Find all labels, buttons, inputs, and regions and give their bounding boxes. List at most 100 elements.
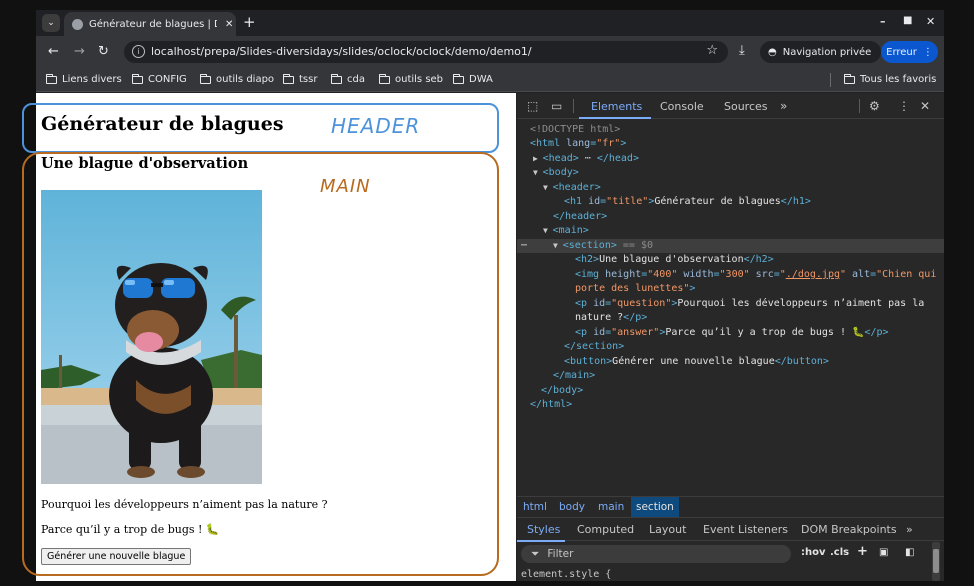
incognito-icon: ◓ xyxy=(768,46,777,58)
dom-node[interactable]: <p id="answer">Parce qu’il y a trop de b… xyxy=(517,326,944,340)
address-toolbar: ← → ↻ i localhost/prepa/Slides-diversida… xyxy=(36,36,944,68)
bookmark-folder[interactable]: tssr xyxy=(283,73,317,85)
dom-node[interactable]: ▼ <header> xyxy=(517,181,944,195)
more-tabs-icon[interactable]: » xyxy=(906,523,913,536)
bookmark-folder[interactable]: Liens divers xyxy=(46,73,122,85)
dom-node[interactable]: </header> xyxy=(517,210,944,224)
tab-dom-breakpoints[interactable]: DOM Breakpoints xyxy=(801,523,897,536)
dom-node[interactable]: <button>Générer une nouvelle blague</but… xyxy=(517,355,944,369)
dom-node[interactable]: nature ?</p> xyxy=(517,311,944,325)
dom-node[interactable]: ▼ <body> xyxy=(517,166,944,180)
folder-icon xyxy=(283,73,294,84)
folder-icon xyxy=(379,73,390,84)
bookmarks-separator xyxy=(830,73,831,87)
styles-tabbar: Styles Computed Layout Event Listeners D… xyxy=(517,517,944,542)
dom-breadcrumb: html body main section xyxy=(517,496,944,517)
filter-icon: ⏷ xyxy=(531,547,540,560)
dom-node-selected[interactable]: ⋯ ▼ <section> == $0 xyxy=(517,239,944,253)
more-tabs-icon[interactable]: » xyxy=(780,99,787,113)
paint-format-icon[interactable]: ▣ xyxy=(879,547,888,558)
error-button[interactable]: Erreur ⋮ xyxy=(881,41,938,63)
settings-gear-icon[interactable]: ⚙ xyxy=(869,99,880,113)
dom-node[interactable]: ▶ <head> ⋯ </head> xyxy=(517,152,944,166)
devtools-separator xyxy=(573,99,574,113)
crumb-main[interactable]: main xyxy=(598,501,624,513)
bookmark-folder[interactable]: outils diapo xyxy=(200,73,274,85)
dom-node[interactable]: </body> xyxy=(517,384,944,398)
all-bookmarks-folder[interactable]: Tous les favoris xyxy=(844,73,936,85)
address-bar[interactable]: i localhost/prepa/Slides-diversidays/sli… xyxy=(124,41,728,63)
dom-node[interactable]: <img height="400" width="300" src="./dog… xyxy=(517,268,944,282)
styles-scrollbar-thumb[interactable] xyxy=(933,549,939,573)
styles-filter-input[interactable]: ⏷ Filter xyxy=(521,545,791,563)
dom-node[interactable]: </section> xyxy=(517,340,944,354)
crumb-html[interactable]: html xyxy=(523,501,547,513)
tab-search-button[interactable]: ⌄ xyxy=(42,14,60,32)
folder-icon xyxy=(844,73,855,84)
sidebar-toggle-icon[interactable]: ◧ xyxy=(905,547,914,558)
bookmark-folder[interactable]: outils seb xyxy=(379,73,443,85)
private-label: Navigation privée xyxy=(782,46,872,58)
dom-node[interactable]: ▼ <main> xyxy=(517,224,944,238)
cls-toggle[interactable]: .cls xyxy=(830,547,849,558)
back-icon[interactable]: ← xyxy=(48,44,59,59)
main-annotation-outline xyxy=(22,152,499,576)
close-tab-icon[interactable]: ✕ xyxy=(225,19,233,30)
tab-event-listeners[interactable]: Event Listeners xyxy=(703,523,788,536)
active-tab-indicator xyxy=(579,117,651,119)
title-bar: ⌄ Générateur de blagues | DC ✕ + – ■ ✕ xyxy=(36,10,944,36)
tab-styles[interactable]: Styles xyxy=(527,523,560,536)
bookmark-folder[interactable]: cda xyxy=(331,73,365,85)
tab-console[interactable]: Console xyxy=(660,100,704,113)
download-icon[interactable]: ⤓ xyxy=(739,43,745,58)
kebab-menu-icon: ⋮ xyxy=(922,46,933,58)
dom-node[interactable]: </html> xyxy=(517,398,944,412)
bookmark-folder[interactable]: DWA xyxy=(453,73,493,85)
header-annotation-label: HEADER xyxy=(331,114,421,138)
dom-node[interactable]: <h1 id="title">Générateur de blagues</h1… xyxy=(517,195,944,209)
tab-layout[interactable]: Layout xyxy=(649,523,686,536)
dom-node[interactable]: porte des lunettes"> xyxy=(517,282,944,296)
maximize-icon[interactable]: ■ xyxy=(903,15,912,26)
crumb-section[interactable]: section xyxy=(631,497,679,517)
site-info-icon[interactable]: i xyxy=(132,45,145,58)
inspect-element-icon[interactable]: ⬚ xyxy=(527,99,538,113)
minimize-icon[interactable]: – xyxy=(880,15,886,28)
dom-node[interactable]: </main> xyxy=(517,369,944,383)
hov-toggle[interactable]: :hov xyxy=(801,547,826,558)
forward-icon[interactable]: → xyxy=(74,44,85,59)
url-text: localhost/prepa/Slides-diversidays/slide… xyxy=(151,45,532,58)
reload-icon[interactable]: ↻ xyxy=(98,44,109,59)
device-toolbar-icon[interactable]: ▭ xyxy=(551,99,562,113)
dom-node[interactable]: <html lang="fr"> xyxy=(517,137,944,151)
add-rule-icon[interactable]: + xyxy=(857,544,868,559)
private-browsing-indicator[interactable]: ◓ Navigation privée xyxy=(760,41,882,63)
devtools-panel: ⬚ ▭ Elements Console Sources » ⚙ ⋮ ✕ <!D… xyxy=(517,93,944,581)
tab-title: Générateur de blagues | DC xyxy=(89,18,217,30)
tab-sources[interactable]: Sources xyxy=(724,100,768,113)
devtools-menu-icon[interactable]: ⋮ xyxy=(898,99,910,113)
devtools-separator xyxy=(859,99,860,113)
globe-icon xyxy=(72,18,83,30)
close-devtools-icon[interactable]: ✕ xyxy=(920,99,930,113)
bookmark-star-icon[interactable]: ☆ xyxy=(706,43,718,58)
dom-node[interactable]: <!DOCTYPE html> xyxy=(517,123,944,137)
new-tab-icon[interactable]: + xyxy=(243,13,256,31)
header-annotation-outline xyxy=(22,103,499,153)
bookmark-folder[interactable]: CONFIG xyxy=(132,73,187,85)
close-window-icon[interactable]: ✕ xyxy=(926,15,935,28)
filter-placeholder: Filter xyxy=(547,548,574,560)
folder-icon xyxy=(453,73,464,84)
dom-node[interactable]: <p id="question">Pourquoi les développeu… xyxy=(517,297,944,311)
folder-icon xyxy=(46,73,57,84)
bookmarks-bar: Liens divers CONFIG outils diapo tssr cd… xyxy=(36,68,944,92)
tab-computed[interactable]: Computed xyxy=(577,523,634,536)
folder-icon xyxy=(132,73,143,84)
tab-elements[interactable]: Elements xyxy=(591,100,642,113)
main-annotation-label: MAIN xyxy=(320,176,371,197)
element-style-rule[interactable]: element.style { xyxy=(521,569,611,580)
browser-tab[interactable]: Générateur de blagues | DC ✕ xyxy=(64,12,236,36)
dom-node[interactable]: <h2>Une blague d'observation</h2> xyxy=(517,253,944,267)
crumb-body[interactable]: body xyxy=(559,501,585,513)
folder-icon xyxy=(331,73,342,84)
